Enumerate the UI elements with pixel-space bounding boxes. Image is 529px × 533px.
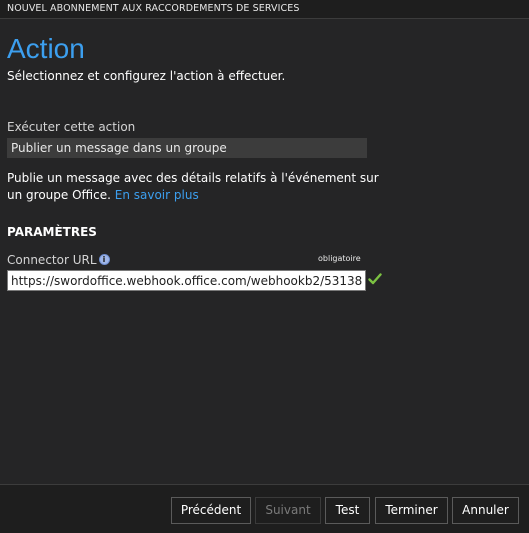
next-button[interactable]: Suivant bbox=[255, 497, 321, 524]
info-icon[interactable]: i bbox=[98, 254, 110, 265]
wizard-footer: Précédent Suivant Test Terminer Annuler bbox=[0, 484, 529, 533]
cancel-button[interactable]: Annuler bbox=[452, 497, 519, 524]
action-description: Publie un message avec des détails relat… bbox=[7, 170, 387, 204]
checkmark-icon bbox=[368, 273, 382, 285]
previous-button[interactable]: Précédent bbox=[171, 497, 251, 524]
learn-more-link[interactable]: En savoir plus bbox=[115, 188, 199, 202]
title-bar: NOUVEL ABONNEMENT AUX RACCORDEMENTS DE S… bbox=[0, 0, 529, 19]
required-indicator: obligatoire bbox=[318, 254, 361, 263]
finish-button[interactable]: Terminer bbox=[375, 497, 448, 524]
connector-url-label: Connector URL i bbox=[7, 253, 110, 267]
test-button[interactable]: Test bbox=[325, 497, 370, 524]
connector-url-input[interactable] bbox=[7, 270, 366, 291]
connector-url-label-text: Connector URL bbox=[7, 253, 97, 267]
main-panel: Action Sélectionnez et configurez l'acti… bbox=[0, 19, 529, 484]
window-title: NOUVEL ABONNEMENT AUX RACCORDEMENTS DE S… bbox=[7, 3, 300, 14]
page-subtitle: Sélectionnez et configurez l'action à ef… bbox=[7, 69, 286, 83]
action-label: Exécuter cette action bbox=[7, 120, 136, 134]
page-title: Action bbox=[7, 33, 85, 64]
action-select[interactable]: Publier un message dans un groupe bbox=[7, 138, 367, 158]
parameters-heading: PARAMÈTRES bbox=[7, 225, 97, 239]
